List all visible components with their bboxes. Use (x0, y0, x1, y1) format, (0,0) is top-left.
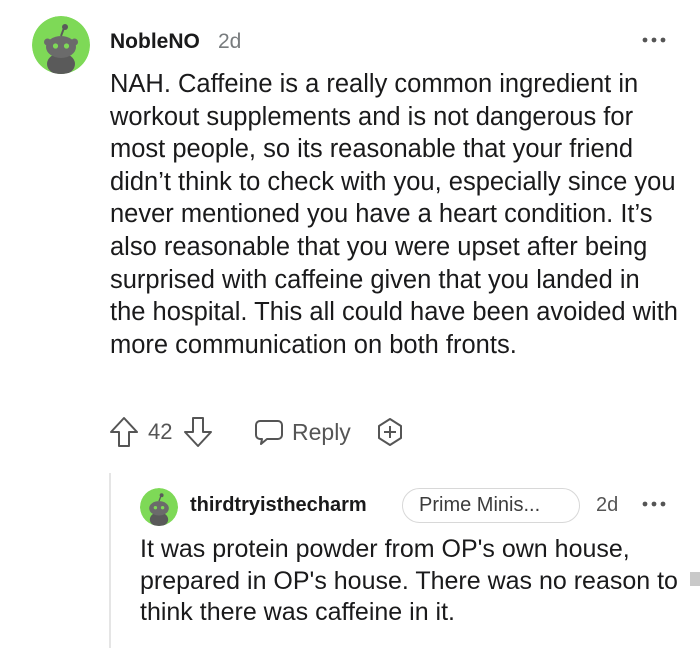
speech-bubble-icon (255, 420, 283, 445)
snoo-avatar-icon (32, 16, 90, 74)
reply-body: It was protein powder from OP's own hous… (140, 535, 678, 626)
more-horizontal-icon (642, 37, 666, 43)
scrollbar-thumb[interactable] (690, 572, 700, 586)
snoo-avatar-icon (140, 488, 178, 526)
award-plus-icon (378, 418, 402, 446)
thread-line[interactable] (109, 473, 111, 648)
user-flair: Prime Minis... (402, 488, 580, 523)
downvote-arrow-icon (184, 417, 212, 447)
reply-more-options-button[interactable] (640, 494, 668, 514)
more-horizontal-icon (642, 501, 666, 507)
commenter-avatar[interactable] (32, 16, 90, 74)
comment-body: NAH. Caffeine is a really common ingredi… (110, 70, 678, 359)
downvote-button[interactable] (182, 414, 214, 450)
comment-timestamp: 2d (218, 30, 242, 53)
upvote-button[interactable] (108, 414, 140, 450)
award-button[interactable] (374, 414, 406, 450)
comment-username[interactable]: NobleNO (110, 30, 200, 54)
more-options-button[interactable] (640, 30, 668, 50)
vote-count: 42 (148, 419, 173, 444)
reply-button[interactable]: Reply (254, 414, 358, 450)
upvote-arrow-icon (110, 417, 138, 447)
reply-timestamp: 2d (596, 494, 619, 516)
reply-username[interactable]: thirdtryisthecharm (190, 494, 367, 517)
reply-label: Reply (292, 418, 351, 445)
reply-avatar[interactable] (140, 488, 178, 526)
